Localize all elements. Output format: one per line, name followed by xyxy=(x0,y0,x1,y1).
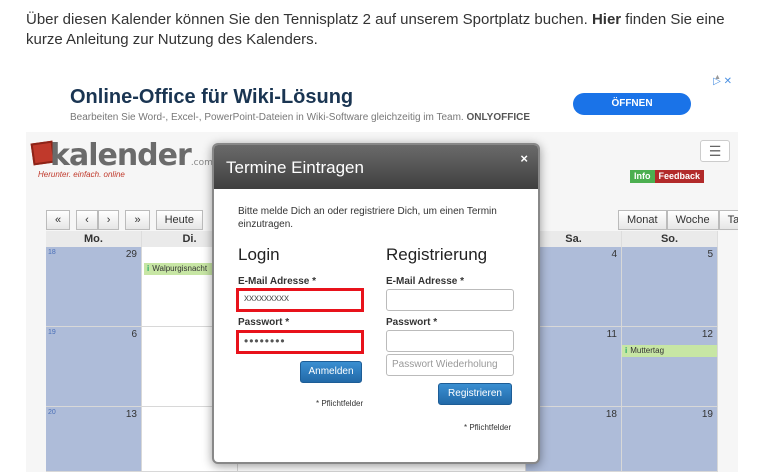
day-number: 19 xyxy=(701,409,713,420)
day-number: 12 xyxy=(701,329,713,340)
view-switcher: Monat Woche Tag xyxy=(618,210,738,230)
day-cell[interactable]: 19 xyxy=(622,407,718,472)
view-week-button[interactable]: Woche xyxy=(666,210,719,230)
login-required-note: * Pflichtfelder xyxy=(316,399,364,408)
ad-title[interactable]: Online-Office für Wiki-Lösung xyxy=(70,86,353,109)
modal-header: Termine Eintragen × xyxy=(214,145,538,189)
first-page-button[interactable]: « xyxy=(46,210,71,230)
day-number: 5 xyxy=(707,249,713,260)
modal-title: Termine Eintragen xyxy=(226,158,364,177)
day-number: 6 xyxy=(131,329,137,340)
intro-before: Über diesen Kalender können Sie den Tenn… xyxy=(26,11,592,28)
login-email-input[interactable]: xxxxxxxxx xyxy=(236,288,364,312)
register-password-repeat-input[interactable]: Passwort Wiederholung xyxy=(386,354,514,376)
day-number: 18 xyxy=(605,409,617,420)
view-month-button[interactable]: Monat xyxy=(618,210,667,230)
day-cell[interactable]: 18 xyxy=(526,407,622,472)
termine-modal: Termine Eintragen × Bitte melde Dich an … xyxy=(212,143,540,464)
day-cell[interactable]: 18 29 xyxy=(46,247,142,327)
last-page-button[interactable]: » xyxy=(125,210,150,230)
close-icon[interactable]: × xyxy=(520,151,528,166)
ad-subtitle: Bearbeiten Sie Word-, Excel-, PowerPoint… xyxy=(70,112,530,123)
day-number: 4 xyxy=(611,249,617,260)
today-button[interactable]: Heute xyxy=(155,210,203,230)
logo-word: kalender xyxy=(50,138,192,173)
prev-button[interactable]: ‹ xyxy=(76,210,98,230)
register-required-note: * Pflichtfelder xyxy=(464,423,512,432)
day-cell[interactable]: 20 13 xyxy=(46,407,142,472)
col-header-sa: Sa. xyxy=(526,231,622,247)
event-muttertag[interactable]: i Muttertag xyxy=(622,345,717,357)
register-email-input[interactable] xyxy=(386,289,514,311)
logo-tagline: Herunter. einfach. online xyxy=(38,170,125,179)
ad-subtitle-text: Bearbeiten Sie Word-, Excel-, PowerPoint… xyxy=(70,112,464,123)
ad-brand: ONLYOFFICE xyxy=(466,112,530,123)
register-title: Registrierung xyxy=(386,245,488,264)
col-header-mo: Mo. xyxy=(46,231,142,247)
info-icon: i xyxy=(147,264,150,273)
logo-suffix: .com xyxy=(190,158,213,168)
ad-banner[interactable]: Online-Office für Wiki-Lösung Bearbeiten… xyxy=(26,74,738,132)
col-header-so: So. xyxy=(622,231,718,247)
register-button[interactable]: Registrieren xyxy=(438,383,512,405)
day-number: 11 xyxy=(606,329,617,340)
next-button[interactable]: › xyxy=(97,210,120,230)
ad-open-button[interactable]: ÖFFNEN xyxy=(573,93,691,115)
hamburger-icon[interactable]: ☰ xyxy=(700,140,730,162)
view-day-button[interactable]: Tag xyxy=(718,210,738,230)
day-cell[interactable]: 12 xyxy=(622,327,718,407)
login-email-label: E-Mail Adresse * xyxy=(238,276,316,287)
register-password-input[interactable] xyxy=(386,330,514,352)
calendar-nav: « ‹ › » Heute xyxy=(46,210,203,230)
register-email-label: E-Mail Adresse * xyxy=(386,276,464,287)
week-number: 19 xyxy=(48,329,56,336)
week-number: 20 xyxy=(48,409,56,416)
login-password-label: Passwort * xyxy=(238,317,290,328)
info-icon: i xyxy=(625,346,628,355)
feedback-button[interactable]: Feedback xyxy=(654,170,705,183)
day-cell[interactable]: 19 6 xyxy=(46,327,142,407)
day-cell[interactable]: 4 xyxy=(526,247,622,327)
login-button[interactable]: Anmelden xyxy=(300,361,362,383)
register-password-label: Passwort * xyxy=(386,317,438,328)
day-cell[interactable]: 11 xyxy=(526,327,622,407)
intro-text: Über diesen Kalender können Sie den Tenn… xyxy=(26,10,756,50)
scroll-up-icon[interactable]: ▲ xyxy=(714,74,721,81)
day-cell[interactable]: 5 xyxy=(622,247,718,327)
week-number: 18 xyxy=(48,249,56,256)
kalender-logo[interactable]: kalender.com Herunter. einfach. online xyxy=(30,138,222,182)
day-number: 29 xyxy=(125,249,137,260)
event-label: Walpurgisnacht xyxy=(152,264,208,273)
day-number: 13 xyxy=(125,409,137,420)
intro-link-hier[interactable]: Hier xyxy=(592,11,621,28)
login-title: Login xyxy=(238,245,280,264)
info-feedback: Info Feedback xyxy=(630,170,705,183)
login-password-input[interactable]: •••••••• xyxy=(236,330,364,354)
info-button[interactable]: Info xyxy=(630,170,655,183)
event-label: Muttertag xyxy=(630,346,665,355)
logo-text: kalender.com xyxy=(50,138,213,173)
modal-intro: Bitte melde Dich an oder registriere Dic… xyxy=(238,206,497,230)
